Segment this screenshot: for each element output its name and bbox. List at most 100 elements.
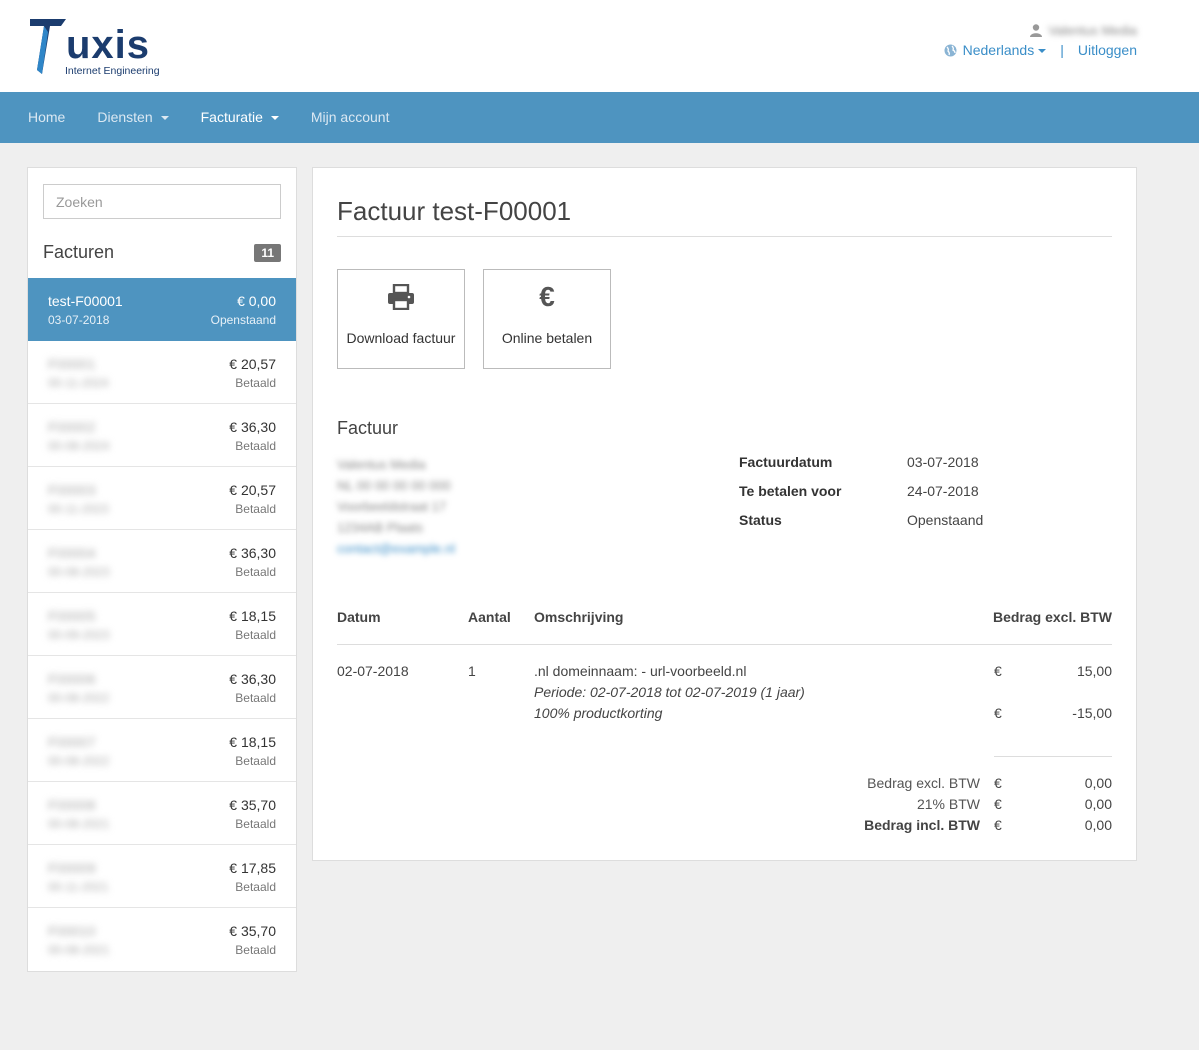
column-header-date: Datum: [337, 609, 381, 625]
invoice-list-item[interactable]: F00007 00-08-2022 € 18,15 Betaald: [28, 719, 296, 782]
invoice-date: 00-08-2022: [48, 691, 110, 705]
invoice-status: Betaald: [235, 502, 276, 516]
total-excl-label: Bedrag excl. BTW: [867, 775, 980, 791]
chevron-down-icon: [1038, 49, 1047, 54]
invoice-amount: € 36,30: [229, 419, 276, 435]
line-amount: 15,00: [1076, 663, 1112, 679]
header: uxis Internet Engineering Valentus Media…: [0, 0, 1199, 92]
invoice-id: F00005: [48, 608, 96, 624]
invoice-list-item[interactable]: F00005 00-09-2023 € 18,15 Betaald: [28, 593, 296, 656]
currency-symbol: €: [994, 796, 1002, 812]
invoice-list-item[interactable]: F00002 00-08-2024 € 36,30 Betaald: [28, 404, 296, 467]
column-header-quantity: Aantal: [468, 609, 511, 625]
customer-email-link[interactable]: contact@example.nl: [337, 538, 455, 559]
tuxis-logo[interactable]: uxis Internet Engineering: [28, 16, 168, 78]
invoice-date: 00-08-2021: [48, 817, 110, 831]
invoice-amount: € 20,57: [229, 356, 276, 372]
invoice-list-item[interactable]: F00003 00-11-2023 € 20,57 Betaald: [28, 467, 296, 530]
total-excl-value: 0,00: [1084, 775, 1112, 791]
line-description: .nl domeinnaam: - url-voorbeeld.nl: [534, 663, 747, 679]
section-title: Factuur: [337, 418, 399, 438]
invoice-date: 00-08-2021: [48, 943, 110, 957]
separator: |: [1060, 42, 1064, 58]
vat-label: 21% BTW: [916, 796, 980, 812]
invoice-meta: Factuurdatum 03-07-2018 Te betalen voor …: [739, 454, 983, 541]
invoice-sidebar: Facturen 11 test-F00001 03-07-2018 € 0,0…: [27, 167, 297, 972]
total-incl-label: Bedrag incl. BTW: [864, 817, 980, 833]
invoice-list-item[interactable]: F00009 00-11-2021 € 17,85 Betaald: [28, 845, 296, 908]
invoice-id: F00001: [48, 356, 96, 372]
logout-link[interactable]: Uitloggen: [1078, 42, 1137, 58]
svg-text:uxis: uxis: [66, 23, 150, 67]
language-logout-line: Nederlands | Uitloggen: [944, 42, 1137, 58]
language-dropdown[interactable]: Nederlands: [963, 42, 1047, 58]
invoice-date: 00-11-2021: [48, 880, 109, 894]
invoice-id: F00004: [48, 545, 96, 561]
invoice-list: test-F00001 03-07-2018 € 0,00 Openstaand…: [28, 278, 296, 971]
title-divider: [337, 236, 1112, 237]
currency-symbol: €: [994, 775, 1002, 791]
invoice-amount: € 35,70: [229, 797, 276, 813]
line-discount: 100% productkorting: [534, 705, 663, 721]
invoice-id: F00009: [48, 860, 96, 876]
meta-value: 24-07-2018: [907, 483, 979, 499]
svg-text:Internet Engineering: Internet Engineering: [65, 65, 160, 77]
user-line: Valentus Media: [944, 20, 1137, 40]
print-icon: [338, 282, 464, 312]
download-invoice-label: Download factuur: [346, 330, 456, 346]
total-incl-value: 0,00: [1084, 817, 1112, 833]
discount-amount: -15,00: [1072, 705, 1112, 721]
invoice-date: 00-09-2023: [48, 628, 110, 642]
invoice-date: 00-11-2023: [48, 502, 109, 516]
meta-row: Status Openstaand: [739, 512, 983, 541]
user-name: Valentus Media: [1048, 22, 1137, 38]
nav-mijn-account[interactable]: Mijn account: [295, 92, 406, 143]
totals-divider: [994, 756, 1112, 757]
invoice-list-item[interactable]: F00001 00-11-2024 € 20,57 Betaald: [28, 341, 296, 404]
user-icon: [1030, 23, 1043, 37]
invoice-id: F00003: [48, 482, 96, 498]
page-title: Factuur test-F00001: [337, 196, 572, 226]
invoice-status: Betaald: [235, 754, 276, 768]
invoice-id: F00008: [48, 797, 96, 813]
table-header-divider: [337, 644, 1112, 645]
column-header-amount: Bedrag excl. BTW: [992, 609, 1112, 625]
invoice-amount: € 18,15: [229, 608, 276, 624]
invoice-list-item[interactable]: F00006 00-08-2022 € 36,30 Betaald: [28, 656, 296, 719]
address-line: NL 00 00 00 00 000: [337, 478, 451, 493]
invoice-status: Betaald: [235, 376, 276, 390]
meta-row: Factuurdatum 03-07-2018: [739, 454, 983, 483]
address-line: Valentus Media: [337, 457, 426, 472]
euro-icon: €: [539, 281, 555, 312]
address-line: 1234AB Plaats: [337, 520, 424, 535]
invoice-list-item[interactable]: F00010 00-08-2021 € 35,70 Betaald: [28, 908, 296, 971]
invoice-status: Betaald: [235, 880, 276, 894]
search-input[interactable]: [43, 184, 281, 219]
download-invoice-button[interactable]: Download factuur: [337, 269, 465, 369]
invoice-date: 03-07-2018: [48, 313, 110, 327]
invoice-detail-panel: Factuur test-F00001 Download factuur € O…: [312, 167, 1137, 861]
invoice-id: test-F00001: [48, 293, 123, 309]
vat-value: 0,00: [1084, 796, 1112, 812]
invoice-amount: € 18,15: [229, 734, 276, 750]
currency-symbol: €: [994, 663, 1002, 679]
invoice-list-item[interactable]: F00004 00-08-2023 € 36,30 Betaald: [28, 530, 296, 593]
nav-facturatie[interactable]: Facturatie: [185, 92, 295, 143]
invoice-id: F00007: [48, 734, 96, 750]
customer-address: Valentus Media NL 00 00 00 00 000 Voorbe…: [337, 454, 455, 559]
invoice-id: F00002: [48, 419, 96, 435]
chevron-down-icon: [160, 116, 169, 121]
nav-home[interactable]: Home: [12, 92, 81, 143]
invoice-status: Betaald: [235, 565, 276, 579]
main-nav: Home Diensten Facturatie Mijn account: [0, 92, 1199, 143]
invoice-list-item[interactable]: F00008 00-08-2021 € 35,70 Betaald: [28, 782, 296, 845]
invoice-amount: € 36,30: [229, 545, 276, 561]
pay-online-button[interactable]: € Online betalen: [483, 269, 611, 369]
invoice-status: Betaald: [235, 439, 276, 453]
line-period: Periode: 02-07-2018 tot 02-07-2019 (1 ja…: [534, 684, 805, 700]
invoice-date: 00-08-2022: [48, 754, 110, 768]
invoice-amount: € 20,57: [229, 482, 276, 498]
invoice-list-item[interactable]: test-F00001 03-07-2018 € 0,00 Openstaand: [28, 278, 296, 341]
invoice-status: Betaald: [235, 628, 276, 642]
nav-diensten[interactable]: Diensten: [81, 92, 184, 143]
